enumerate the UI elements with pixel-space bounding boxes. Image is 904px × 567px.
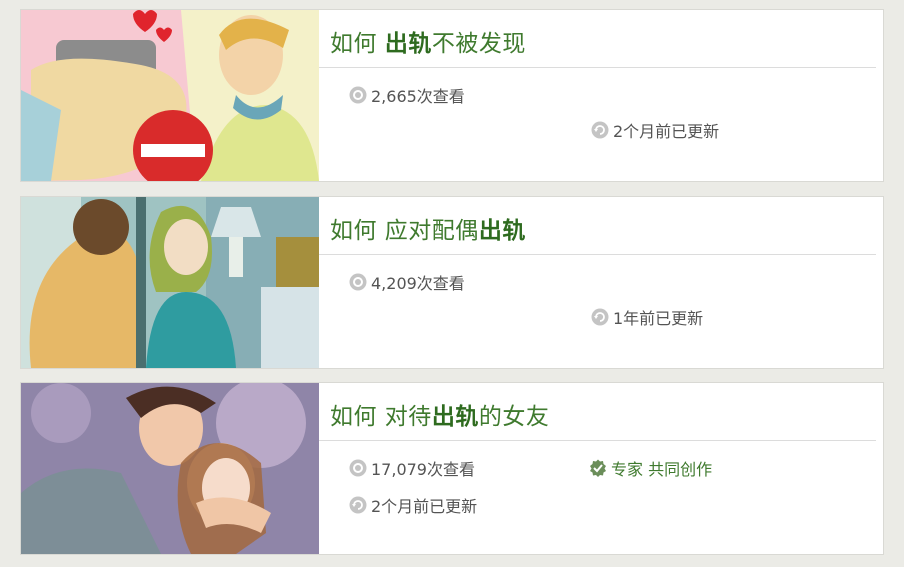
updated-text: 2个月前已更新 bbox=[371, 497, 478, 516]
article-thumbnail[interactable] bbox=[21, 197, 319, 368]
updated-status: 2个月前已更新 bbox=[591, 118, 719, 142]
refresh-icon bbox=[591, 121, 609, 139]
eye-icon bbox=[349, 86, 367, 104]
article-card[interactable]: 如何 应对配偶出轨 4,209次查看 1年前已更新 bbox=[20, 196, 884, 369]
thumbnail-image bbox=[21, 197, 319, 368]
article-title[interactable]: 如何 对待出轨的女友 bbox=[330, 397, 870, 431]
refresh-icon bbox=[349, 496, 367, 514]
updated-status: 2个月前已更新 bbox=[349, 493, 477, 517]
article-title[interactable]: 如何 应对配偶出轨 bbox=[330, 211, 870, 245]
expert-text[interactable]: 专家 共同创作 bbox=[611, 456, 712, 480]
divider bbox=[319, 254, 876, 255]
thumbnail-image bbox=[21, 10, 319, 181]
article-card[interactable]: 如何 出轨不被发现 2,665次查看 2个月前已更新 bbox=[20, 9, 884, 182]
updated-text: 1年前已更新 bbox=[613, 309, 704, 328]
updated-text: 2个月前已更新 bbox=[613, 122, 720, 141]
thumbnail-image bbox=[21, 383, 319, 554]
eye-icon bbox=[349, 273, 367, 291]
divider bbox=[319, 67, 876, 68]
article-card[interactable]: 如何 对待出轨的女友 17,079次查看 专家 共同创作 2个月前已更新 bbox=[20, 382, 884, 555]
refresh-icon bbox=[591, 308, 609, 326]
updated-status: 1年前已更新 bbox=[591, 305, 703, 329]
expert-badge-icon bbox=[590, 459, 606, 477]
view-count-text: 17,079次查看 bbox=[371, 460, 475, 479]
article-title[interactable]: 如何 出轨不被发现 bbox=[330, 24, 870, 58]
article-thumbnail[interactable] bbox=[21, 10, 319, 181]
view-count: 4,209次查看 bbox=[349, 270, 465, 294]
view-count: 2,665次查看 bbox=[349, 83, 465, 107]
expert-coauthored[interactable]: 专家 共同创作 bbox=[589, 456, 712, 480]
article-thumbnail[interactable] bbox=[21, 383, 319, 554]
eye-icon bbox=[349, 459, 367, 477]
view-count: 17,079次查看 bbox=[349, 456, 475, 480]
view-count-text: 2,665次查看 bbox=[371, 87, 465, 106]
divider bbox=[319, 440, 876, 441]
view-count-text: 4,209次查看 bbox=[371, 274, 465, 293]
